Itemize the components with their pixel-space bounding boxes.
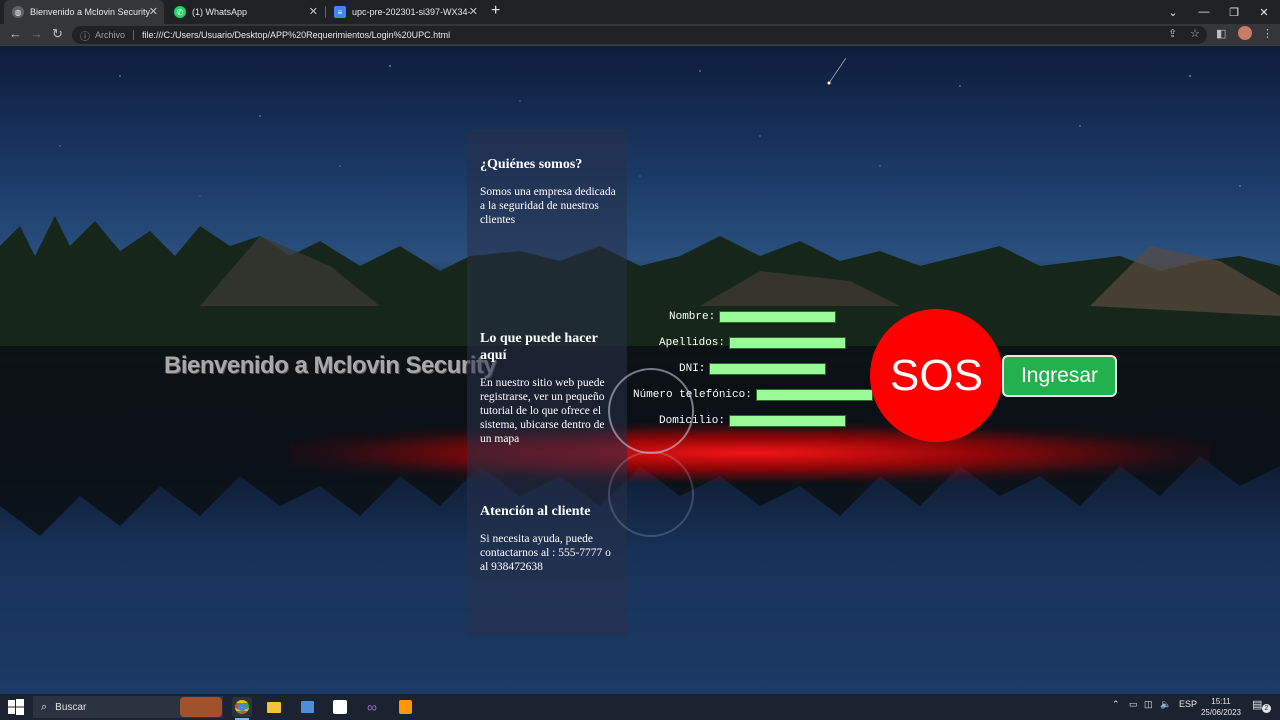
- about-body: Somos una empresa dedicada a la segurida…: [480, 186, 616, 226]
- search-placeholder: Buscar: [55, 701, 87, 713]
- browser-tabstrip: ◍ Bienvenido a Mclovin Security ✕ ✆ (1) …: [0, 0, 1280, 24]
- bookmark-star-icon[interactable]: ☆: [1190, 27, 1200, 40]
- nombre-input[interactable]: [719, 311, 837, 323]
- sublime-text-icon[interactable]: [395, 697, 415, 717]
- nombre-label: Nombre:: [669, 311, 716, 323]
- sos-button[interactable]: SOS: [870, 309, 1003, 442]
- windows-start-icon[interactable]: [8, 699, 24, 715]
- notification-count-badge: 2: [1262, 704, 1271, 713]
- forward-icon[interactable]: →: [30, 26, 43, 41]
- dni-input[interactable]: [709, 363, 827, 375]
- windows-taskbar: ⌕ Buscar ∞ ⌃ ▭ ◫ 🔈 ESP 15:11 25/06/2023 …: [0, 694, 1280, 720]
- restore-icon[interactable]: ❐: [1218, 0, 1250, 24]
- forest-treeline: [0, 216, 1280, 356]
- domicilio-input[interactable]: [729, 415, 847, 427]
- address-bar[interactable]: ⓘ Archivo file:///C:/Users/Usuario/Deskt…: [72, 26, 1207, 44]
- info-section-about: ¿Quiénes somos? Somos una empresa dedica…: [480, 156, 618, 227]
- support-body: Si necesita ayuda, puede contactarnos al…: [480, 533, 611, 573]
- tab-title: Bienvenido a Mclovin Security: [30, 7, 151, 17]
- globe-icon: ◍: [12, 6, 24, 18]
- close-window-icon[interactable]: ✕: [1248, 0, 1280, 24]
- network-icon[interactable]: ◫: [1144, 699, 1153, 710]
- search-highlight-icon[interactable]: [180, 697, 222, 717]
- about-heading: ¿Quiénes somos?: [480, 157, 583, 172]
- language-indicator[interactable]: ESP: [1179, 699, 1197, 709]
- minimize-icon[interactable]: —: [1188, 0, 1220, 24]
- features-body: En nuestro sitio web puede registrarse, …: [480, 377, 605, 445]
- ingresar-button[interactable]: Ingresar: [1002, 355, 1117, 397]
- close-tab-icon[interactable]: ✕: [469, 5, 478, 18]
- tab-search-chevron-icon[interactable]: ⌄: [1157, 0, 1189, 24]
- support-heading: Atención al cliente: [480, 504, 591, 519]
- red-light-reflection: [290, 423, 1210, 483]
- notifications-icon[interactable]: ▤: [1252, 698, 1262, 711]
- domicilio-label: Domicilio:: [659, 415, 726, 427]
- file-explorer-icon[interactable]: [264, 697, 284, 717]
- dni-row: DNI:: [679, 363, 827, 375]
- welcome-title: Bienvenido a Mclovin Security: [164, 352, 497, 379]
- telefono-label: Número telefónico:: [633, 389, 752, 401]
- close-tab-icon[interactable]: ✕: [309, 5, 318, 18]
- nombre-row: Nombre:: [669, 311, 837, 323]
- profile-avatar[interactable]: [1238, 26, 1252, 40]
- share-icon[interactable]: ⇪: [1168, 27, 1177, 40]
- reload-icon[interactable]: ↻: [52, 26, 63, 42]
- decorative-ring-reflection: [608, 451, 694, 537]
- domicilio-row: Domicilio:: [659, 415, 847, 427]
- microsoft-store-icon[interactable]: [297, 697, 317, 717]
- tab-whatsapp[interactable]: ✆ (1) WhatsApp ✕: [166, 0, 324, 24]
- tray-chevron-icon[interactable]: ⌃: [1112, 699, 1120, 710]
- dni-label: DNI:: [679, 363, 706, 375]
- telefono-input[interactable]: [755, 389, 873, 401]
- new-tab-icon[interactable]: +: [491, 2, 500, 20]
- visual-studio-icon[interactable]: ∞: [362, 697, 382, 717]
- tab-upc-doc[interactable]: ≡ upc-pre-202301-si397-WX34-Mc ✕: [326, 0, 484, 24]
- clock-date: 25/06/2023: [1200, 708, 1242, 717]
- features-heading: Lo que puede hacer aquí: [480, 331, 598, 363]
- whatsapp-icon: ✆: [174, 6, 186, 18]
- browser-toolbar: ← → ↻ ⓘ Archivo file:///C:/Users/Usuario…: [0, 24, 1280, 46]
- chrome-icon[interactable]: [232, 697, 252, 720]
- apellidos-label: Apellidos:: [659, 337, 726, 349]
- apellidos-input[interactable]: [729, 337, 847, 349]
- apellidos-row: Apellidos:: [659, 337, 847, 349]
- info-section-support: Atención al cliente Si necesita ayuda, p…: [480, 503, 618, 574]
- tab-title: upc-pre-202301-si397-WX34-Mc: [352, 7, 470, 17]
- info-section-features: Lo que puede hacer aquí En nuestro sitio…: [480, 330, 618, 446]
- volume-icon[interactable]: 🔈: [1160, 699, 1171, 710]
- login-page: Bienvenido a Mclovin Security ¿Quiénes s…: [0, 46, 1280, 694]
- info-panel: ¿Quiénes somos? Somos una empresa dedica…: [467, 129, 627, 636]
- tab-title: (1) WhatsApp: [192, 7, 248, 17]
- menu-kebab-icon[interactable]: ⋮: [1262, 27, 1273, 40]
- close-tab-icon[interactable]: ✕: [149, 5, 158, 18]
- drawing-app-icon[interactable]: [330, 697, 350, 717]
- tab-mclovin-security[interactable]: ◍ Bienvenido a Mclovin Security ✕: [4, 0, 164, 24]
- battery-icon[interactable]: ▭: [1129, 699, 1138, 710]
- back-icon[interactable]: ←: [9, 26, 22, 41]
- clock-time: 15:11: [1211, 697, 1231, 706]
- address-scheme: Archivo: [95, 30, 135, 40]
- search-icon: ⌕: [41, 700, 48, 713]
- side-panel-icon[interactable]: ◧: [1216, 27, 1226, 40]
- document-icon: ≡: [334, 6, 346, 18]
- address-url: file:///C:/Users/Usuario/Desktop/APP%20R…: [142, 30, 451, 40]
- telefono-row: Número telefónico:: [633, 389, 873, 401]
- info-icon[interactable]: ⓘ: [80, 28, 90, 43]
- system-clock[interactable]: 15:11 25/06/2023: [1196, 696, 1246, 718]
- decorative-ring: [608, 368, 694, 454]
